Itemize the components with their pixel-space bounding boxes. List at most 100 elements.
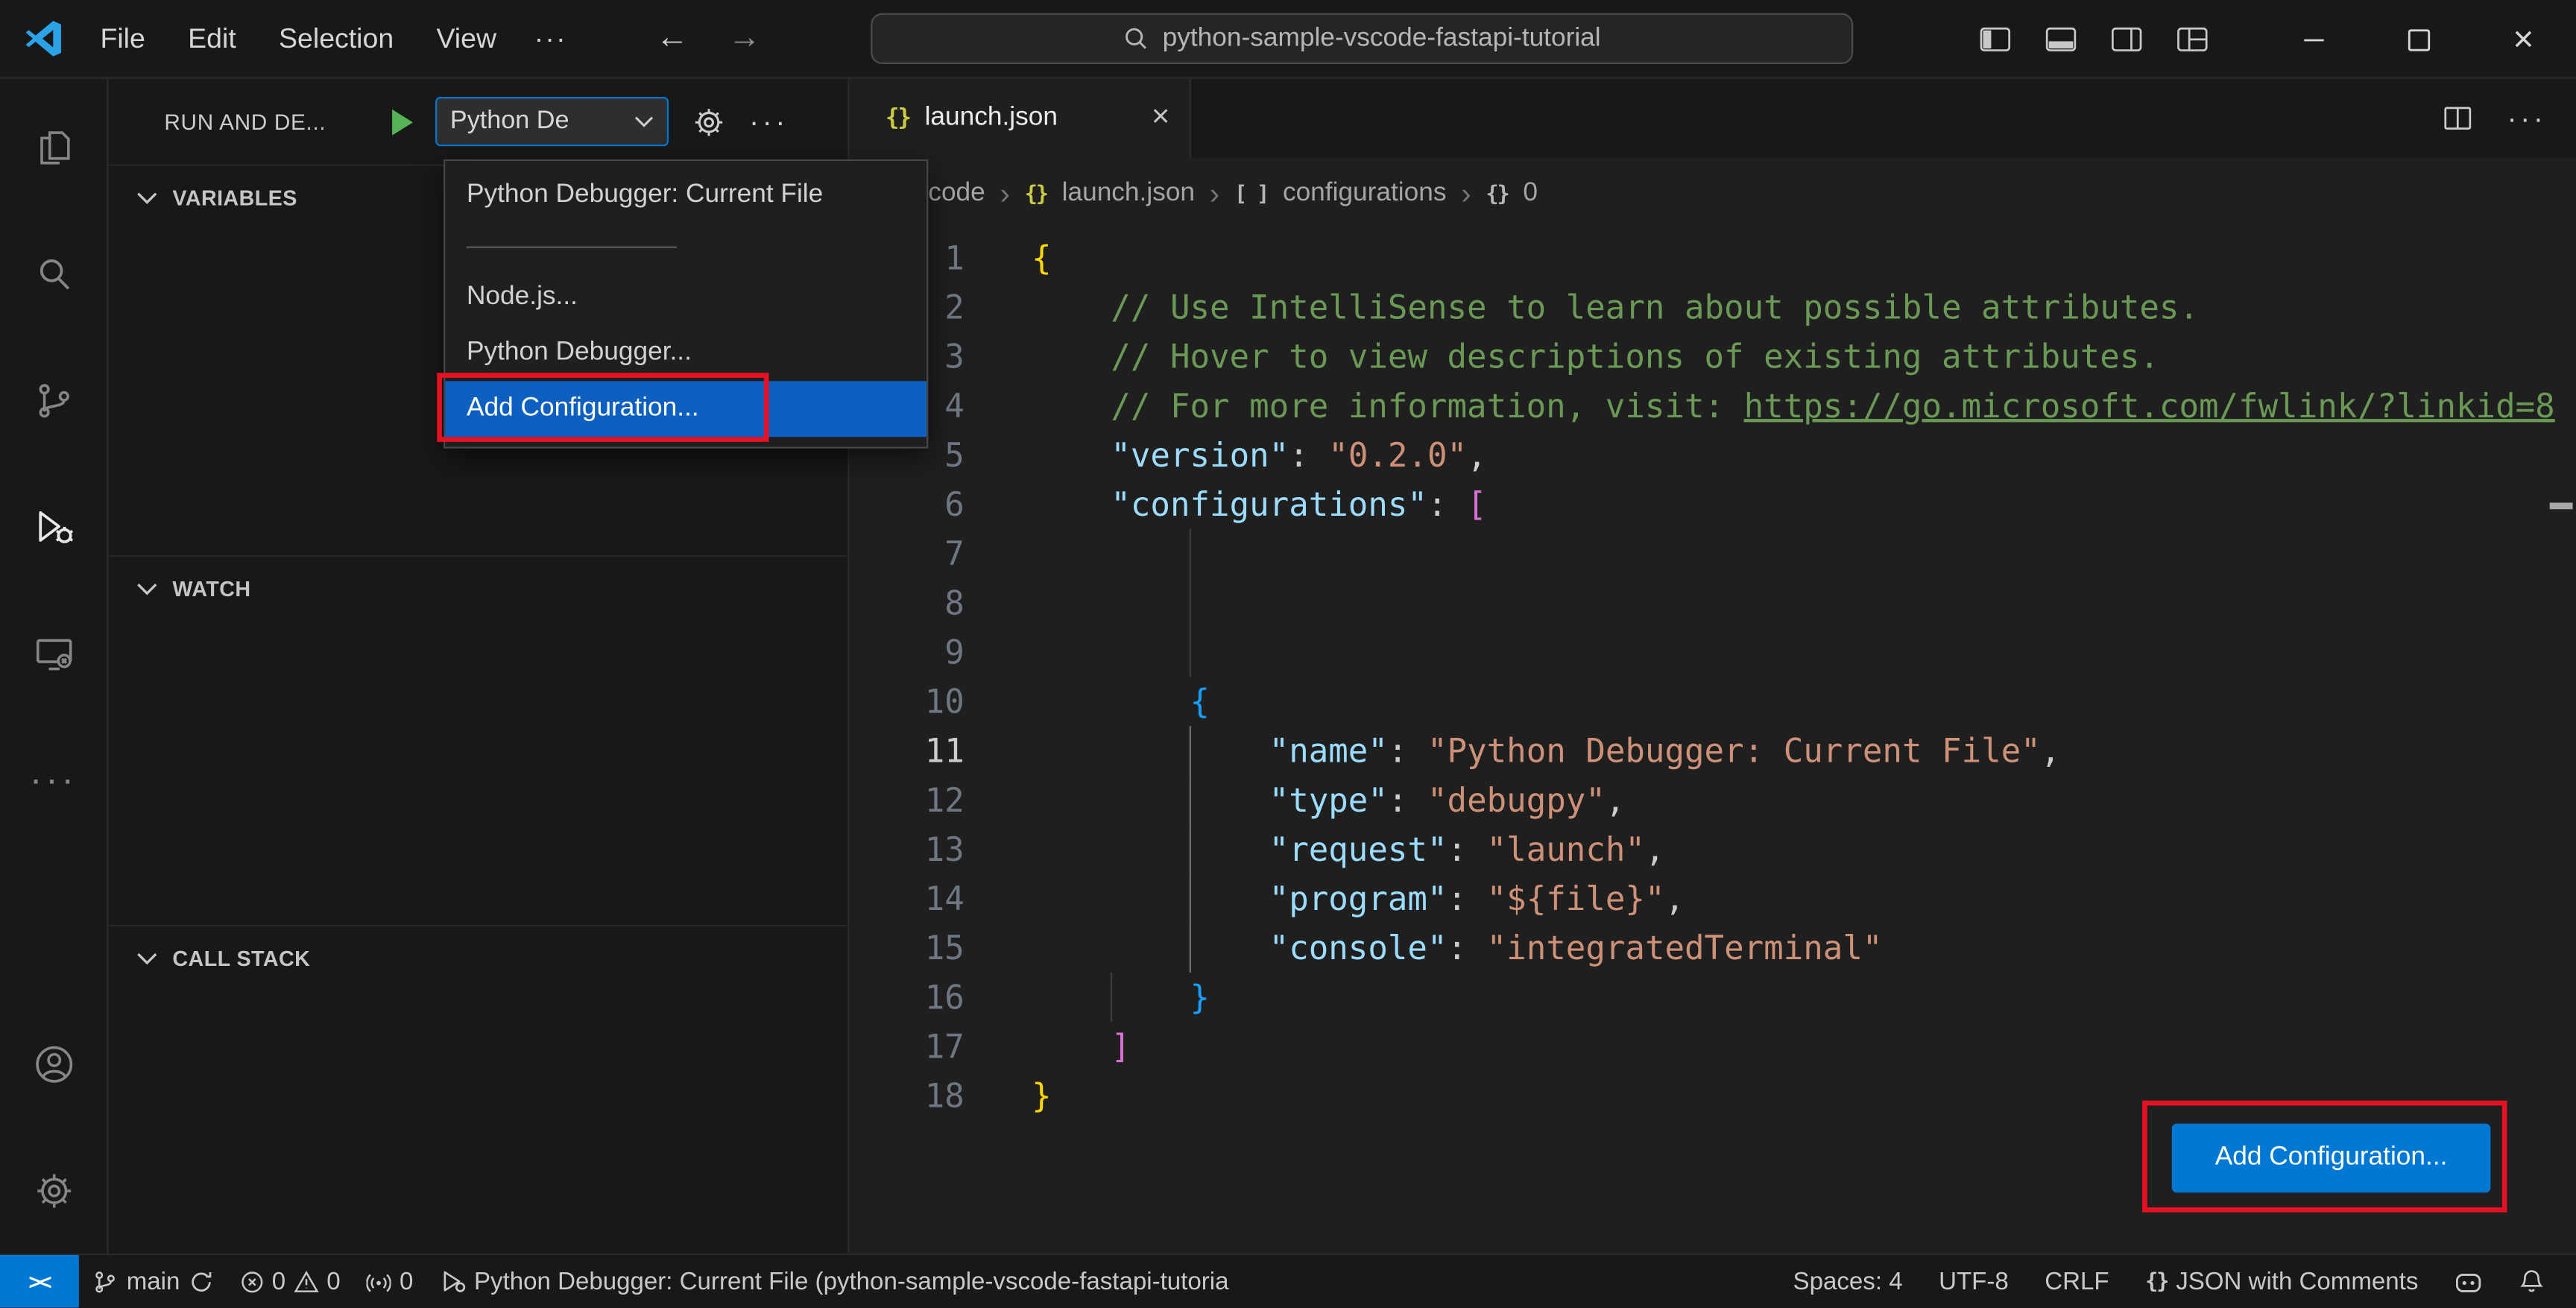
code-line[interactable]: 13 "request": "launch",	[850, 824, 2576, 874]
code-text[interactable]: // Use IntelliSense to learn about possi…	[965, 282, 2199, 332]
code-text[interactable]: "request": "launch",	[965, 824, 1665, 873]
open-launch-json-button[interactable]	[692, 104, 726, 139]
activity-remote-explorer[interactable]	[0, 590, 107, 716]
line-number[interactable]: 18	[850, 1071, 965, 1120]
code-line[interactable]: 14 "program": "${file}",	[850, 873, 2576, 923]
breadcrumb-item-file[interactable]: launch.json	[1062, 179, 1195, 209]
code-line[interactable]: 17 ]	[850, 1022, 2576, 1071]
breadcrumb-item-folder[interactable]: code	[928, 179, 985, 209]
views-more-actions-button[interactable]: ···	[749, 104, 789, 139]
code-line[interactable]: 12 "type": "debugpy",	[850, 775, 2576, 825]
line-number[interactable]: 10	[850, 677, 965, 726]
watch-section-header[interactable]: WATCH	[108, 557, 847, 619]
code-text[interactable]: // Hover to view descriptions of existin…	[965, 332, 2159, 381]
activity-search[interactable]	[0, 210, 107, 337]
code-line[interactable]: 16 }	[850, 972, 2576, 1022]
dropdown-item[interactable]: Python Debugger...	[445, 325, 926, 381]
line-number[interactable]: 17	[850, 1022, 965, 1071]
encoding-status[interactable]: UTF-8	[1921, 1267, 2027, 1295]
ports-status[interactable]: 0	[353, 1255, 426, 1308]
code-text[interactable]: "configurations": [	[965, 480, 1486, 529]
breadcrumb-item-symbol[interactable]: configurations	[1283, 179, 1447, 209]
code-editor[interactable]: 1{2 // Use IntelliSense to learn about p…	[850, 230, 2576, 1254]
menu-file[interactable]: File	[79, 16, 167, 62]
call-stack-section-header[interactable]: CALL STACK	[108, 926, 847, 989]
notifications-bell[interactable]	[2501, 1268, 2563, 1295]
toggle-panel-button[interactable]	[2027, 0, 2093, 79]
debug-configuration-select[interactable]: Python De	[435, 97, 669, 147]
line-number[interactable]: 14	[850, 874, 965, 923]
problems-status[interactable]: 0 0	[226, 1255, 353, 1308]
git-branch-status[interactable]: main	[79, 1255, 226, 1308]
activity-explorer[interactable]	[0, 83, 107, 210]
dropdown-item[interactable]: Python Debugger: Current File	[445, 168, 926, 224]
remote-indicator[interactable]: ><	[0, 1254, 79, 1308]
eol-status[interactable]: CRLF	[2027, 1267, 2127, 1295]
line-number[interactable]: 9	[850, 628, 965, 677]
line-number[interactable]: 11	[850, 726, 965, 775]
code-text[interactable]: {	[965, 677, 1210, 726]
code-line[interactable]: 3 // Hover to view descriptions of exist…	[850, 332, 2576, 381]
add-configuration-button[interactable]: Add Configuration...	[2171, 1123, 2491, 1193]
code-line[interactable]: 8	[850, 578, 2576, 628]
code-text[interactable]: }	[965, 1071, 1052, 1120]
activity-settings[interactable]	[0, 1127, 107, 1254]
activity-account[interactable]	[0, 1000, 107, 1127]
menu-overflow[interactable]: ···	[518, 16, 584, 62]
line-number[interactable]: 15	[850, 923, 965, 973]
code-text[interactable]	[965, 628, 1032, 677]
maximize-button[interactable]	[2366, 0, 2471, 79]
command-center[interactable]: python-sample-vscode-fastapi-tutorial	[871, 13, 1854, 64]
indentation-status[interactable]: Spaces: 4	[1775, 1267, 1921, 1295]
code-line[interactable]: 7	[850, 528, 2576, 578]
customize-layout-button[interactable]	[2159, 0, 2224, 79]
code-text[interactable]: // For more information, visit: https://…	[965, 381, 2554, 430]
dropdown-item-add-configuration[interactable]: Add Configuration...	[445, 381, 927, 437]
line-number[interactable]: 6	[850, 480, 965, 529]
toggle-secondary-sidebar-button[interactable]	[2093, 0, 2159, 79]
code-text[interactable]: }	[965, 973, 1210, 1022]
activity-run-debug[interactable]	[0, 464, 107, 590]
line-number[interactable]: 8	[850, 578, 965, 628]
forward-button[interactable]: →	[728, 19, 761, 57]
code-line[interactable]: 4 // For more information, visit: https:…	[850, 381, 2576, 430]
code-line[interactable]: 9	[850, 627, 2576, 677]
menu-edit[interactable]: Edit	[167, 16, 258, 62]
code-text[interactable]: "type": "debugpy",	[965, 775, 1626, 824]
code-text[interactable]: "version": "0.2.0",	[965, 430, 1486, 479]
code-line[interactable]: 15 "console": "integratedTerminal"	[850, 923, 2576, 973]
code-text[interactable]: "program": "${file}",	[965, 874, 1685, 923]
start-debugging-button[interactable]	[388, 106, 415, 137]
code-line[interactable]: 6 "configurations": [	[850, 480, 2576, 529]
menu-selection[interactable]: Selection	[257, 16, 414, 62]
code-text[interactable]: {	[965, 233, 1052, 282]
copilot-status[interactable]	[2437, 1267, 2501, 1295]
code-line[interactable]: 10 {	[850, 677, 2576, 726]
line-number[interactable]: 16	[850, 973, 965, 1022]
language-mode-status[interactable]: {} JSON with Comments	[2127, 1267, 2437, 1295]
editor-more-actions-button[interactable]: ···	[2507, 101, 2546, 136]
split-editor-button[interactable]	[2441, 102, 2474, 135]
close-window-button[interactable]: ×	[2471, 0, 2576, 79]
close-tab-button[interactable]: ×	[1152, 100, 1169, 136]
line-number[interactable]: 7	[850, 529, 965, 578]
code-text[interactable]: "name": "Python Debugger: Current File",	[965, 726, 2061, 775]
line-number[interactable]: 13	[850, 824, 965, 873]
code-line[interactable]: 11 "name": "Python Debugger: Current Fil…	[850, 726, 2576, 776]
activity-more[interactable]: ···	[0, 716, 107, 843]
dropdown-item[interactable]: Node.js...	[445, 269, 926, 325]
breadcrumb-item-symbol[interactable]: 0	[1523, 179, 1538, 209]
code-text[interactable]: "console": "integratedTerminal"	[965, 923, 1883, 973]
code-text[interactable]	[965, 529, 1032, 578]
code-line[interactable]: 18}	[850, 1071, 2576, 1120]
menu-view[interactable]: View	[415, 16, 518, 62]
activity-source-control[interactable]	[0, 337, 107, 464]
minimize-button[interactable]	[2261, 0, 2366, 79]
debug-status[interactable]: Python Debugger: Current File (python-sa…	[426, 1255, 1242, 1308]
tab-launch-json[interactable]: {} launch.json ×	[849, 78, 1191, 158]
back-button[interactable]: ←	[656, 19, 689, 57]
code-text[interactable]: ]	[965, 1022, 1131, 1071]
line-number[interactable]: 12	[850, 775, 965, 824]
code-line[interactable]: 1{	[850, 233, 2576, 282]
code-line[interactable]: 2 // Use IntelliSense to learn about pos…	[850, 282, 2576, 332]
